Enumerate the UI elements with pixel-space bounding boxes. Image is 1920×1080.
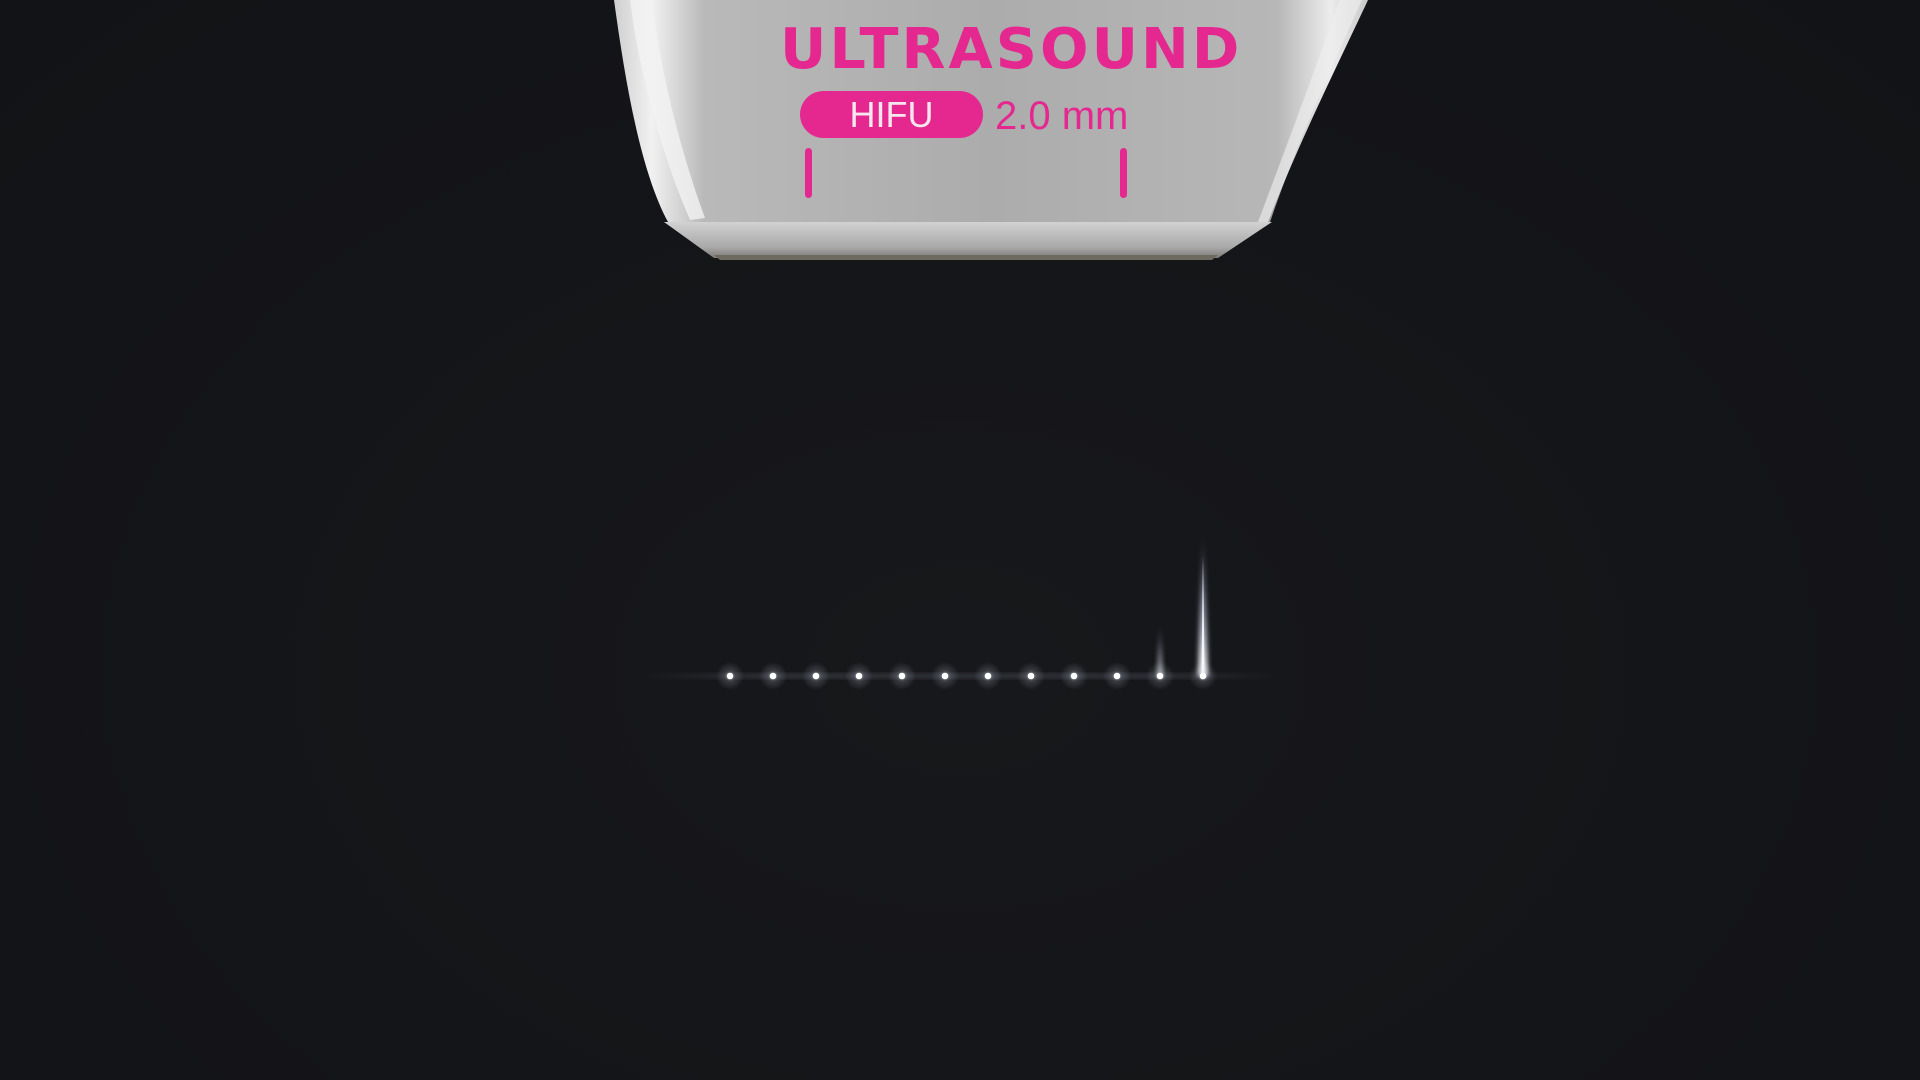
treatment-dot <box>1156 672 1164 680</box>
treatment-dot <box>769 672 777 680</box>
treatment-dot <box>726 672 734 680</box>
treatment-dot <box>1199 672 1207 680</box>
treatment-dot <box>1070 672 1078 680</box>
treatment-line <box>640 530 1280 690</box>
treatment-dot <box>812 672 820 680</box>
treatment-dot <box>984 672 992 680</box>
treatment-dot <box>855 672 863 680</box>
treatment-dot <box>941 672 949 680</box>
treatment-dot <box>898 672 906 680</box>
treatment-dots <box>716 530 1217 690</box>
treatment-dot <box>1113 672 1121 680</box>
treatment-dot <box>1027 672 1035 680</box>
hifu-visualization: ULTRASOUND HIFU 2.0 mm <box>0 0 1920 1080</box>
